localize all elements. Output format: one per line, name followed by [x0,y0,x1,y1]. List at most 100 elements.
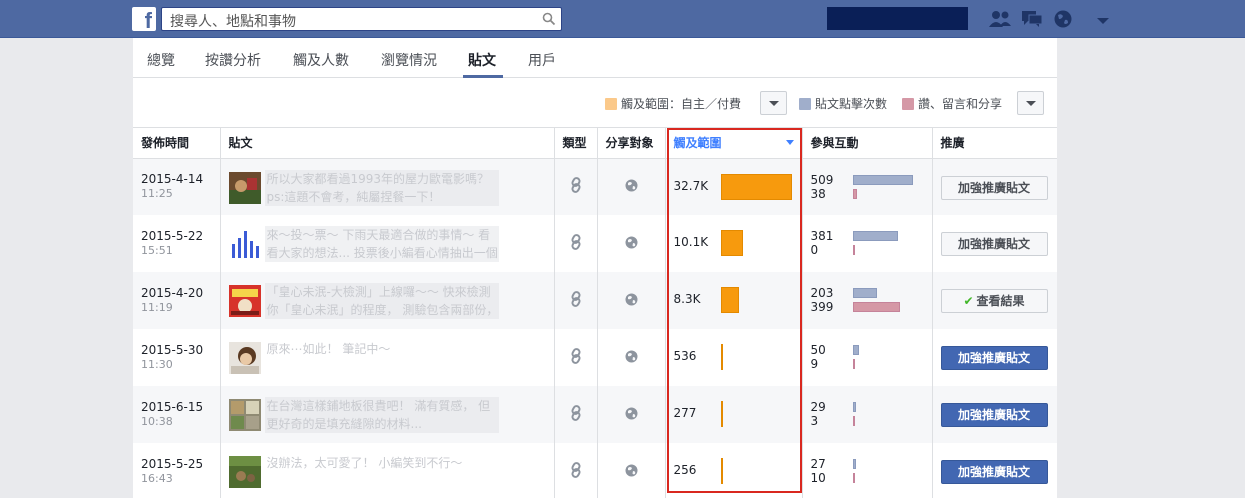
profile-name-box[interactable] [827,7,968,30]
post-text[interactable]: 所以大家都看過1993年的屋力歐電影嗎？ ps:這題不會考，純屬捏餐一下！ [264,169,499,206]
boost-post-button[interactable]: 加強推廣貼文 [940,460,1048,484]
top-bar: f 搜尋人、地點和事物 [0,0,1245,38]
tab-people[interactable]: 用戶 [528,50,556,70]
post-cell[interactable]: 沒辦法，太可愛了！ 小編笑到不行～ [220,443,555,498]
search-icon[interactable] [537,8,561,30]
post-time-cell: 2015-4-14 11:25 [133,158,221,215]
post-cell[interactable]: 來～投～票～ 下雨天最適合做的事情～ 看看大家的想法... 投票後小編看心情抽出… [220,215,555,272]
table-row[interactable]: 2015-5-25 16:43 沒辦法，太可愛了！ 小編笑到不行～ 256 27 10 加強… [133,443,1057,498]
reach-cell: 536 [665,329,803,386]
post-text[interactable]: 在台灣這樣鋪地板很貴吧！ 滿有質感， 但更好奇的是填充縫隙的材料... [264,397,499,433]
post-text[interactable]: 沒辦法，太可愛了！ 小編笑到不行～ [265,454,499,490]
engagement-values: 27 10 [811,457,826,485]
post-date: 2015-5-25 [141,457,204,471]
see-results-button[interactable]: ✔ 查看結果 [940,289,1048,313]
likes-comments-shares-value: 9 [810,357,819,371]
column-header-promote: 推廣 [932,128,1057,159]
post-clicks-value: 509 [810,172,834,187]
friend-requests-icon[interactable] [987,9,1013,29]
post-time-cell: 2015-5-22 15:51 [133,215,221,272]
likes-comments-shares-value: 399 [810,300,834,314]
search-input[interactable]: 搜尋人、地點和事物 [170,11,296,31]
reach-value: 256 [673,463,697,477]
metric-legend: 觸及範圍：自主／付費 貼文點擊次數 讚、留言和分享 [133,78,1057,128]
column-header-type[interactable]: 類型 [554,128,598,159]
column-header-engagement[interactable]: 參與互動 [802,128,933,159]
post-thumbnail[interactable] [228,399,261,431]
post-clicks-bar [852,459,856,469]
public-globe-icon [625,464,637,476]
reach-value: 8.3K [673,292,701,306]
reach-value: 32.7K [673,178,709,193]
post-time-cell: 2015-6-15 10:38 [133,386,221,443]
table-row[interactable]: 2015-5-30 11:30 原來⋯如此！ 筆記中～ 536 50 9 加強推廣貼文 [133,329,1057,386]
table-row[interactable]: 2015-4-20 11:19 「皇心未泯-大檢測」上線囉～～ 快來檢測你「皇心未泯… [133,272,1057,329]
post-time-cell: 2015-4-20 11:19 [133,272,221,329]
post-text[interactable]: 來～投～票～ 下雨天最適合做的事情～ 看看大家的想法... 投票後小編看心情抽出… [264,226,499,262]
post-cell[interactable]: 在台灣這樣鋪地板很貴吧！ 滿有質感， 但更好奇的是填充縫隙的材料... [220,386,555,443]
button-label: 加強推廣貼文 [957,180,1030,195]
table-row[interactable]: 2015-4-14 11:25 所以大家都看過1993年的屋力歐電影嗎？ ps:這題… [133,158,1057,215]
post-audience-cell [597,386,666,443]
likes-comments-shares-value: 3 [810,414,819,428]
table-row[interactable]: 2015-6-15 10:38 在台灣這樣鋪地板很貴吧！ 滿有質感， 但更好奇的是填… [133,386,1057,443]
post-audience-cell [597,215,666,272]
post-time: 10:38 [141,415,173,428]
post-clicks-value: 27 [810,457,826,471]
reach-value: 10.1K [673,235,709,249]
post-thumbnail[interactable] [228,342,261,374]
post-thumbnail[interactable] [228,285,261,317]
engagement-metric-dropdown[interactable] [1017,91,1044,115]
legend-reach: 觸及範圍：自主／付費 [605,95,741,112]
post-cell[interactable]: 「皇心未泯-大檢測」上線囉～～ 快來檢測你「皇心未泯」的程度， 測驗包含兩部份，… [220,272,555,329]
post-type-cell [554,158,598,215]
post-text[interactable]: 「皇心未泯-大檢測」上線囉～～ 快來檢測你「皇心未泯」的程度， 測驗包含兩部份，… [264,283,499,319]
post-text[interactable]: 原來⋯如此！ 筆記中～ [265,340,499,376]
button-label: 加強推廣貼文 [957,237,1030,251]
reach-bar [720,344,723,370]
promote-cell: 加強推廣貼文 [932,158,1057,215]
post-audience-cell [597,329,666,386]
column-header-target[interactable]: 分享對象 [597,128,666,159]
messages-icon[interactable] [1021,9,1043,29]
post-cell[interactable]: 原來⋯如此！ 筆記中～ [220,329,555,386]
post-date: 2015-6-15 [141,400,204,414]
post-thumbnail[interactable] [228,228,261,260]
tab-reach[interactable]: 觸及人數 [293,50,349,70]
post-time: 11:25 [141,187,173,201]
engagement-values: 509 38 [811,173,834,201]
boost-post-button[interactable]: 加強推廣貼文 [940,175,1048,200]
boost-post-button[interactable]: 加強推廣貼文 [940,346,1048,370]
post-time: 11:19 [141,301,173,314]
legend-clicks-label: 貼文點擊次數 [815,97,888,111]
boost-post-button[interactable]: 加強推廣貼文 [940,232,1048,256]
post-date: 2015-4-20 [141,286,204,300]
notifications-globe-icon[interactable] [1053,9,1073,29]
tab-visits[interactable]: 瀏覽情況 [381,50,437,70]
post-thumbnail[interactable] [228,171,261,204]
column-header-post[interactable]: 貼文 [220,128,555,159]
account-menu-chevron-down-icon[interactable] [1097,15,1109,29]
link-icon [571,234,580,250]
post-cell[interactable]: 所以大家都看過1993年的屋力歐電影嗎？ ps:這題不會考，純屬捏餐一下！ [220,158,555,215]
post-time: 16:43 [141,472,173,485]
boost-post-button[interactable]: 加強推廣貼文 [940,403,1048,427]
post-type-cell [554,386,598,443]
tab-overview[interactable]: 總覽 [147,50,175,70]
tab-likes[interactable]: 按讚分析 [205,50,261,70]
table-row[interactable]: 2015-5-22 15:51 來～投～票～ 下雨天最適合做的事情～ 看看大家的想法… [133,215,1057,272]
engagement-values: 50 9 [811,343,826,371]
post-clicks-value: 203 [810,286,834,300]
promote-cell: 加強推廣貼文 [932,443,1057,498]
post-clicks-value: 381 [810,229,834,243]
legend-engagement-swatch [902,98,914,110]
reach-metric-dropdown[interactable] [760,91,787,115]
checkmark-icon: ✔ [963,294,974,308]
tab-posts[interactable]: 貼文 [468,50,496,70]
post-thumbnail[interactable] [228,456,261,488]
likes-comments-shares-bar [852,302,900,312]
search-box[interactable]: 搜尋人、地點和事物 [161,7,562,31]
column-header-time[interactable]: 發佈時間 [133,128,221,159]
column-header-reach[interactable]: 觸及範圍 [665,128,803,159]
facebook-logo[interactable]: f [132,7,156,31]
